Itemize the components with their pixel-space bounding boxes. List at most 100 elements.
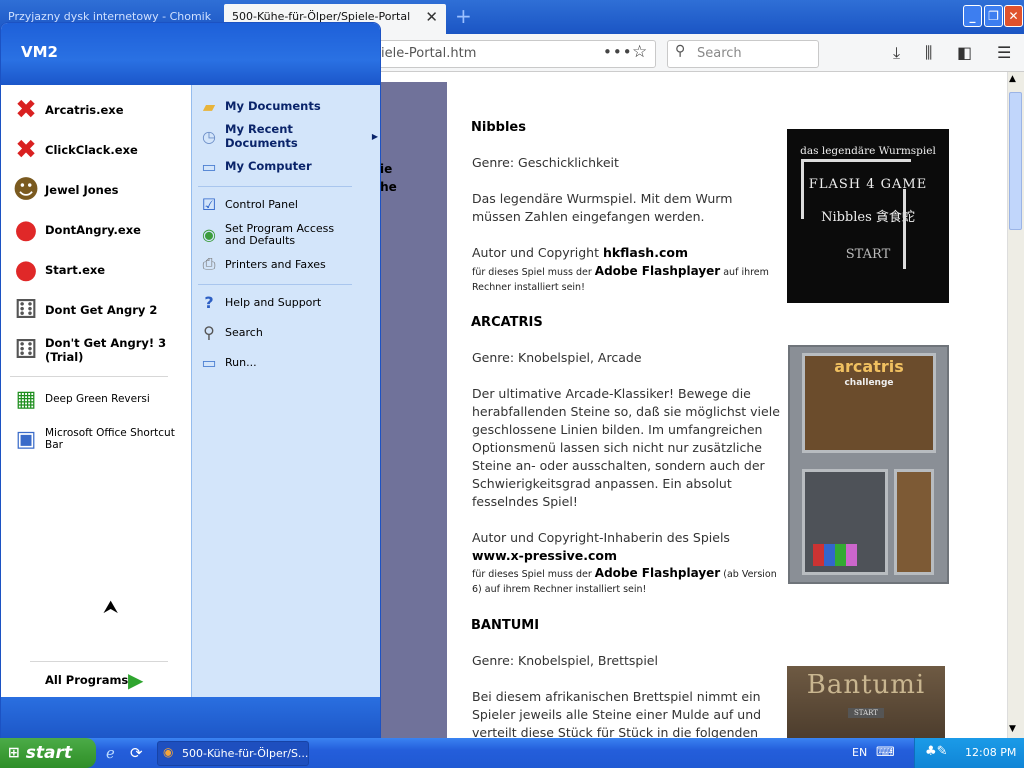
menu-my-documents[interactable]: ▰ My Documents (198, 93, 378, 119)
start-button[interactable]: ⊞ start (0, 738, 96, 768)
game-description: Das legendäre Wurmspiel. Mit dem Wurm mü… (472, 191, 733, 224)
new-tab-button[interactable]: + (455, 4, 477, 30)
game-requirements: für dieses Spiel muss der Adobe Flashpla… (472, 566, 786, 597)
program-label: Jewel Jones (45, 183, 119, 197)
program-label: Don't Get Angry! 3 (Trial) (45, 336, 167, 364)
menu-label: Control Panel (225, 197, 298, 211)
library-icon[interactable]: ⫼ (925, 43, 932, 63)
red-x-icon: ✖ (15, 135, 37, 165)
arcatris-playfield (802, 469, 888, 575)
close-tab-icon[interactable]: ✕ (425, 4, 438, 30)
separator (198, 284, 352, 285)
quicklaunch-icon[interactable]: ⟳ (130, 744, 143, 762)
search-placeholder: Search (697, 46, 742, 61)
game-title-nibbles: Nibbles (471, 120, 526, 135)
program-label: ClickClack.exe (45, 143, 138, 157)
menu-set-program-access[interactable]: ◉ Set Program Access and Defaults (198, 221, 378, 249)
menu-label: Set Program Access and Defaults (225, 222, 335, 247)
bookmark-star-icon[interactable]: ☆ (632, 42, 647, 62)
start-label: start (25, 743, 72, 763)
flashplayer-link[interactable]: Adobe Flashplayer (595, 566, 720, 580)
scroll-up-icon[interactable]: ▲ (1009, 74, 1016, 84)
program-dont-get-angry-3[interactable]: ⚅ Don't Get Angry! 3 (Trial) (10, 332, 186, 368)
taskbar-firefox-window[interactable]: 500-Kühe-für-Ölper/S... (157, 741, 309, 766)
computer-icon: ▭ (201, 156, 217, 176)
program-arcatris[interactable]: ✖ Arcatris.exe (10, 92, 186, 128)
start-menu-footer (1, 697, 380, 739)
menu-control-panel[interactable]: ☑ Control Panel (198, 191, 378, 217)
scroll-thumb[interactable] (1009, 92, 1022, 230)
search-input[interactable]: Search (667, 40, 819, 68)
arcatris-screenshot[interactable]: arcatris challenge (788, 345, 949, 584)
program-label: DontAngry.exe (45, 223, 141, 237)
language-indicator[interactable]: EN (852, 746, 867, 759)
separator (198, 186, 352, 187)
author-link[interactable]: www.x-pressive.com (472, 548, 617, 563)
explorer-hat-icon: ☻ (12, 175, 40, 205)
worm-line (903, 189, 906, 269)
program-label: Deep Green Reversi (45, 393, 150, 405)
flashplayer-link[interactable]: Adobe Flashplayer (595, 264, 720, 278)
search-icon: ⚲ (203, 322, 215, 342)
separator (10, 376, 168, 377)
dice-icon: ⚅ (14, 295, 38, 325)
download-icon[interactable]: ⤓ (893, 43, 900, 63)
game-description: Der ultimative Arcade-Klassiker! Bewege … (472, 386, 780, 509)
folder-icon: ▰ (202, 96, 216, 116)
author-prefix: Autor und Copyright-Inhaberin des Spiels (472, 530, 730, 545)
dice-icon: ⚅ (14, 335, 38, 365)
sidebar-icon[interactable]: ◧ (957, 43, 972, 62)
program-label: Arcatris.exe (45, 103, 124, 117)
menu-run[interactable]: ▭ Run... (198, 349, 378, 375)
reversi-icon: ▦ (15, 386, 37, 412)
program-start-exe[interactable]: ● Start.exe (10, 252, 186, 288)
program-label: Microsoft Office Shortcut Bar (45, 427, 175, 451)
menu-icon[interactable]: ☰ (997, 43, 1011, 62)
red-x-icon: ✖ (15, 95, 37, 125)
scroll-down-icon[interactable]: ▼ (1009, 724, 1016, 734)
program-dont-get-angry-2[interactable]: ⚅ Dont Get Angry 2 (10, 292, 186, 328)
program-clickclack[interactable]: ✖ ClickClack.exe (10, 132, 186, 168)
image-caption: arcatris (834, 357, 904, 376)
restore-button[interactable]: ❐ (984, 5, 1003, 27)
game-requirements: für dieses Spiel muss der Adobe Flashpla… (472, 264, 786, 295)
image-caption: START (848, 708, 884, 718)
arcatris-sidebar (894, 469, 934, 575)
keyboard-icon[interactable]: ⌨ (876, 745, 895, 760)
game-genre: Genre: Knobelspiel, Brettspiel (472, 653, 658, 668)
req-prefix: für dieses Spiel muss der (472, 569, 595, 580)
menu-label: My Documents (225, 99, 321, 113)
all-programs-button[interactable]: All Programs (45, 673, 128, 687)
program-jewel-jones[interactable]: ☻ Jewel Jones (10, 172, 186, 208)
program-label: Dont Get Angry 2 (45, 303, 158, 317)
menu-help-support[interactable]: ? Help and Support (198, 289, 378, 315)
bantumi-screenshot[interactable]: Bantumi START (787, 666, 945, 738)
image-caption: challenge (844, 378, 894, 388)
minimize-button[interactable]: _ (963, 5, 982, 27)
program-office-shortcut-bar[interactable]: ▣ Microsoft Office Shortcut Bar (10, 422, 186, 456)
control-panel-icon: ☑ (201, 194, 217, 214)
game-title-bantumi: BANTUMI (471, 618, 540, 633)
menu-printers-faxes[interactable]: ⎙ Printers and Faxes (198, 251, 378, 277)
green-arrow-icon: ▶ (128, 668, 144, 692)
page-actions-icon[interactable]: ••• (603, 43, 633, 61)
author-prefix: Autor und Copyright (472, 245, 603, 260)
menu-search[interactable]: ⚲ Search (198, 319, 378, 345)
worm-line (801, 159, 804, 219)
arcatris-menu-panel: arcatris challenge (802, 353, 936, 453)
nibbles-screenshot[interactable]: das legendäre Wurmspiel FLASH 4 GAME Nib… (787, 129, 949, 303)
tetris-blocks (813, 544, 857, 566)
author-link[interactable]: hkflash.com (603, 245, 688, 260)
program-deep-green-reversi[interactable]: ▦ Deep Green Reversi (10, 382, 186, 416)
menu-label: Search (225, 325, 263, 339)
menu-my-computer[interactable]: ▭ My Computer (198, 153, 378, 179)
menu-my-recent-documents[interactable]: ◷ My Recent Documents ▶ (198, 122, 378, 150)
left-text-line: ie (380, 162, 393, 176)
clock[interactable]: 12:08 PM (965, 746, 1016, 759)
image-caption: START (845, 247, 891, 262)
program-dontangry[interactable]: ● DontAngry.exe (10, 212, 186, 248)
internet-explorer-icon[interactable]: ℯ (106, 744, 115, 762)
tray-icons[interactable]: ♣✎ (925, 744, 948, 759)
close-window-button[interactable]: ✕ (1004, 5, 1023, 27)
worm-line (801, 159, 911, 162)
